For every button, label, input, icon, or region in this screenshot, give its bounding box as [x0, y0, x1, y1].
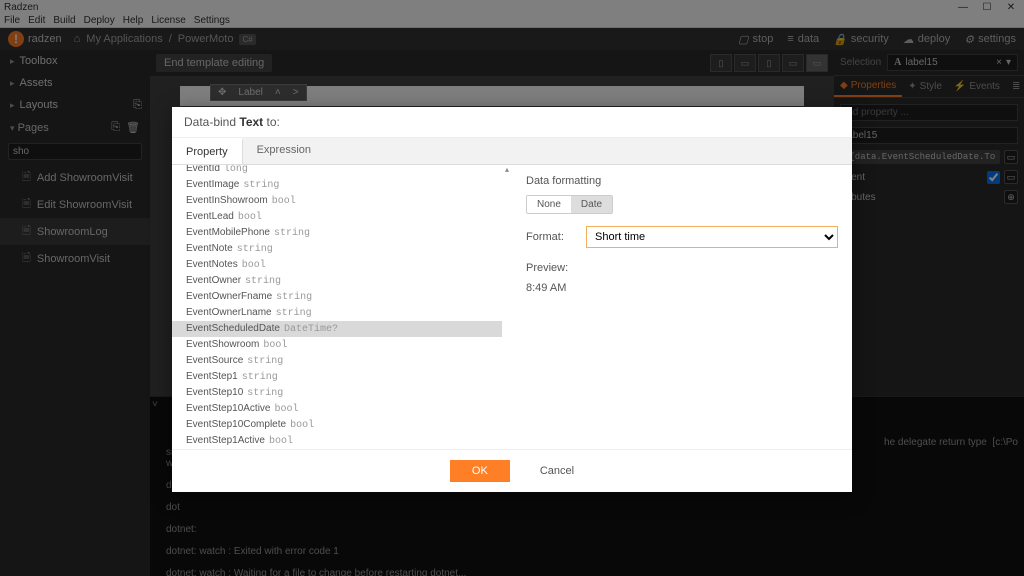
preview-label: Preview: — [526, 262, 838, 274]
property-item[interactable]: EventLeadbool — [172, 209, 502, 225]
format-select[interactable]: Short time — [586, 226, 838, 248]
format-pane: Data formatting None Date Format: Short … — [512, 165, 852, 449]
property-item[interactable]: EventOwnerstring — [172, 273, 502, 289]
property-item[interactable]: EventStep1string — [172, 369, 502, 385]
property-item[interactable]: EventImagestring — [172, 177, 502, 193]
databind-dialog: Data-bind Text to: Property Expression E… — [172, 107, 852, 492]
property-item[interactable]: EventStep10string — [172, 385, 502, 401]
property-item[interactable]: EventScheduledDateDateTime? — [172, 321, 502, 337]
property-item[interactable]: EventStep1Activebool — [172, 433, 502, 449]
format-toggle: None Date — [526, 195, 613, 214]
format-label: Format: — [526, 231, 576, 243]
property-item[interactable]: EventStep10Activebool — [172, 401, 502, 417]
property-item[interactable]: EventOwnerFnamestring — [172, 289, 502, 305]
property-item[interactable]: EventNotestring — [172, 241, 502, 257]
property-item[interactable]: EventMobilePhonestring — [172, 225, 502, 241]
preview-value: 8:49 AM — [526, 282, 838, 294]
dialog-title: Data-bind Text to: — [172, 107, 852, 138]
format-heading: Data formatting — [526, 175, 838, 187]
cancel-button[interactable]: Cancel — [540, 460, 574, 482]
tab-property[interactable]: Property — [172, 138, 243, 164]
property-item[interactable]: EventSourcestring — [172, 353, 502, 369]
property-item[interactable]: EventNotesbool — [172, 257, 502, 273]
property-list[interactable]: EventIdlongEventImagestringEventInShowro… — [172, 165, 502, 449]
toggle-date[interactable]: Date — [571, 196, 612, 213]
modal-overlay: Data-bind Text to: Property Expression E… — [0, 0, 1024, 576]
ok-button[interactable]: OK — [450, 460, 510, 482]
property-item[interactable]: EventIdlong — [172, 165, 502, 177]
property-item[interactable]: EventStep10Completebool — [172, 417, 502, 433]
scroll-up-icon[interactable]: ▴ — [502, 165, 512, 174]
property-item[interactable]: EventShowroombool — [172, 337, 502, 353]
tab-expression[interactable]: Expression — [243, 138, 325, 164]
property-item[interactable]: EventInShowroombool — [172, 193, 502, 209]
property-item[interactable]: EventOwnerLnamestring — [172, 305, 502, 321]
toggle-none[interactable]: None — [527, 196, 571, 213]
